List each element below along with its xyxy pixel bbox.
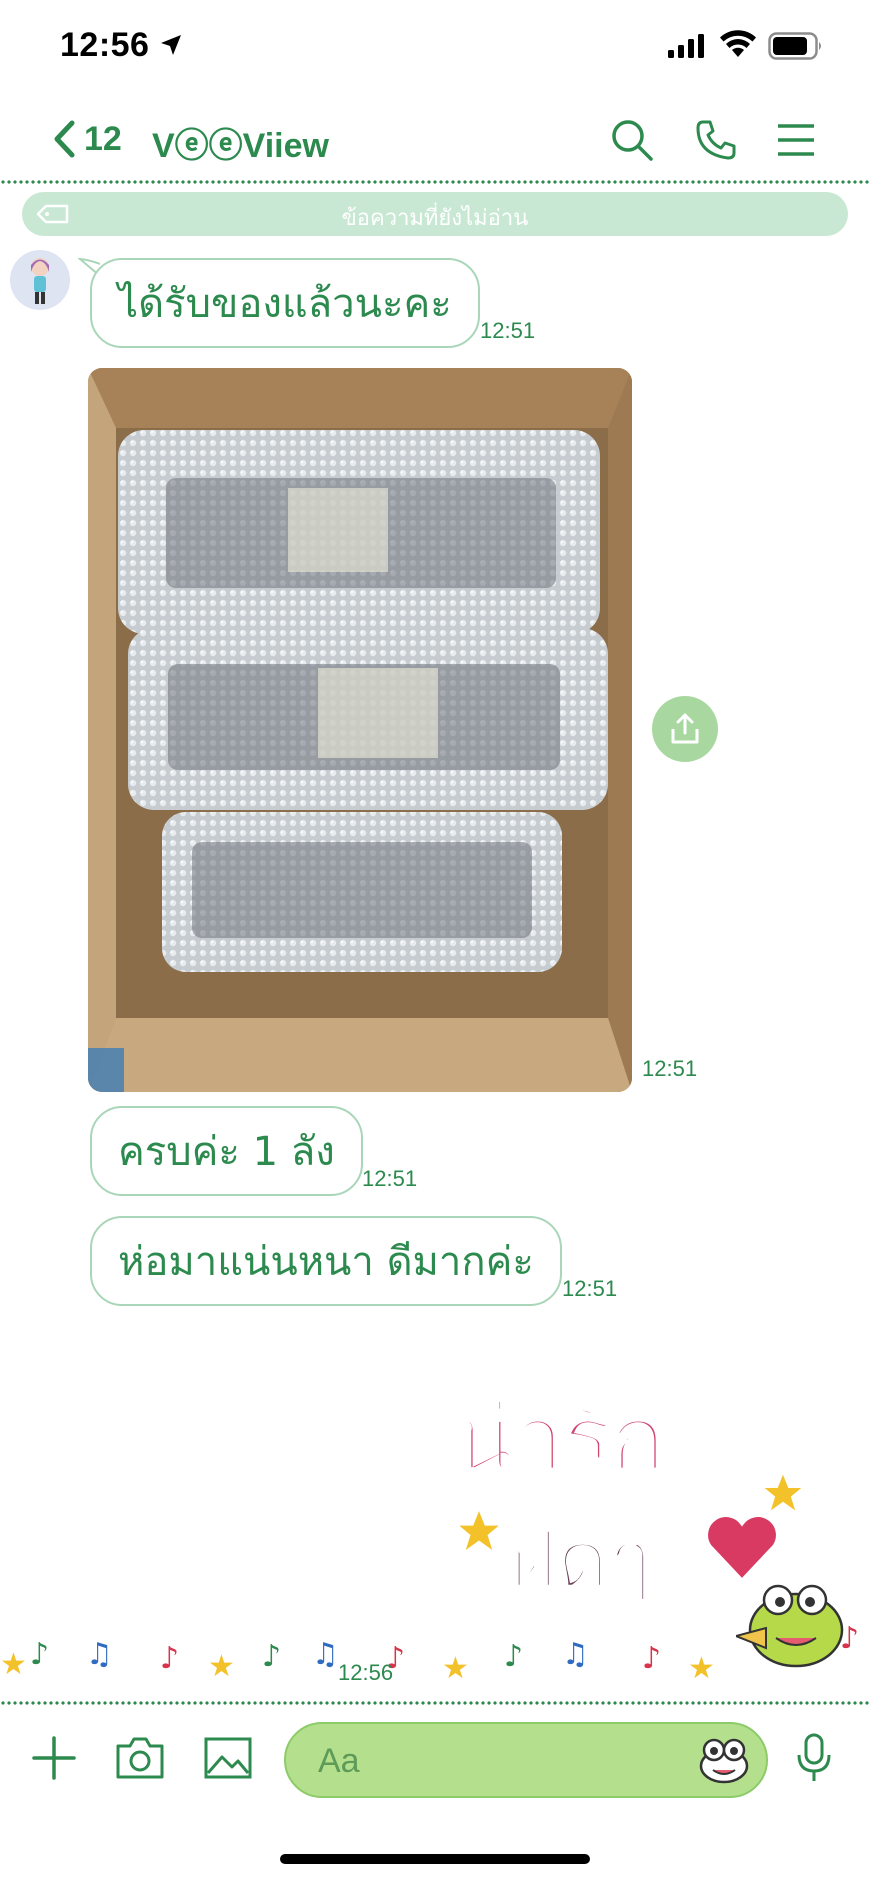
camera-button[interactable] bbox=[112, 1730, 168, 1786]
sticker-text-line1: น่ารัก bbox=[451, 1384, 668, 1494]
svg-text:♪: ♪ bbox=[262, 1639, 281, 1674]
wifi-icon bbox=[720, 30, 756, 57]
svg-text:♪: ♪ bbox=[840, 1624, 859, 1656]
avatar[interactable] bbox=[10, 250, 70, 310]
add-button[interactable] bbox=[26, 1730, 82, 1786]
sticker-text-line2: ฝุดๆ bbox=[509, 1512, 654, 1608]
photo-message[interactable] bbox=[88, 368, 632, 1092]
message-text: ครบค่ะ 1 ลัง bbox=[118, 1129, 335, 1175]
status-bar: 12:56 bbox=[0, 0, 870, 96]
voice-button[interactable] bbox=[786, 1730, 842, 1786]
back-button[interactable]: 12 bbox=[52, 114, 122, 164]
unread-banner: ข้อความที่ยังไม่อ่าน bbox=[22, 192, 848, 236]
svg-text:★: ★ bbox=[208, 1649, 235, 1684]
message-bubble[interactable]: ครบค่ะ 1 ลัง bbox=[90, 1106, 363, 1196]
location-arrow-icon bbox=[161, 35, 181, 55]
svg-text:♪: ♪ bbox=[30, 1637, 49, 1672]
svg-text:★: ★ bbox=[688, 1651, 715, 1686]
home-indicator bbox=[280, 1854, 590, 1864]
unread-banner-text: ข้อความที่ยังไม่อ่าน bbox=[341, 206, 529, 231]
chat-header: 12 VⓔⓔViiew bbox=[0, 100, 870, 182]
chevron-left-icon bbox=[54, 120, 75, 158]
share-button[interactable] bbox=[652, 696, 718, 762]
message-time: 12:51 bbox=[480, 318, 536, 343]
search-button[interactable] bbox=[606, 114, 658, 166]
input-divider bbox=[0, 1700, 870, 1706]
package-photo bbox=[88, 368, 632, 1092]
camera-icon bbox=[116, 1737, 164, 1779]
hamburger-menu-icon bbox=[778, 124, 814, 156]
message-text: ห่อมาแน่นหนา ดีมากค่ะ bbox=[118, 1239, 534, 1285]
sticker-music-notes-decoration: ★ ♪ ♫ ♪ ★ ♪ ♫ ♪ ★ ♪ ♫ ♪ ★ ♪ bbox=[0, 1624, 859, 1686]
gallery-button[interactable] bbox=[200, 1730, 256, 1786]
svg-text:♫: ♫ bbox=[86, 1637, 113, 1672]
phone-icon bbox=[696, 120, 736, 160]
menu-button[interactable] bbox=[770, 114, 822, 166]
svg-text:♫: ♫ bbox=[312, 1637, 339, 1672]
svg-text:♪: ♪ bbox=[642, 1641, 661, 1676]
message-input-placeholder: Aa bbox=[318, 1742, 360, 1780]
star-icon bbox=[760, 1470, 806, 1516]
svg-text:♪: ♪ bbox=[504, 1639, 523, 1674]
message-text: ได้รับของแล้วนะคะ bbox=[118, 281, 452, 327]
chat-title[interactable]: VⓔⓔViiew bbox=[152, 118, 329, 167]
cellular-signal-icon bbox=[668, 34, 704, 58]
message-time: 12:51 bbox=[642, 1056, 698, 1081]
search-icon bbox=[612, 120, 653, 161]
svg-text:★: ★ bbox=[442, 1651, 469, 1686]
message-bubble[interactable]: ได้รับของแล้วนะคะ bbox=[90, 258, 480, 348]
svg-text:♫: ♫ bbox=[562, 1637, 589, 1672]
star-icon bbox=[454, 1506, 504, 1556]
unread-count: 12 bbox=[84, 119, 122, 158]
message-bubble[interactable]: ห่อมาแน่นหนา ดีมากค่ะ bbox=[90, 1216, 562, 1306]
microphone-icon bbox=[797, 1733, 831, 1781]
svg-text:♪: ♪ bbox=[160, 1641, 179, 1676]
avatar-character-icon bbox=[31, 258, 49, 304]
call-button[interactable] bbox=[690, 114, 742, 166]
svg-text:★: ★ bbox=[0, 1647, 27, 1682]
message-input-bar: Aa bbox=[0, 1708, 870, 1808]
image-icon bbox=[204, 1737, 252, 1779]
message-time: 12:56 bbox=[338, 1660, 394, 1685]
header-divider bbox=[0, 179, 870, 185]
message-input[interactable]: Aa bbox=[284, 1722, 768, 1798]
share-icon bbox=[671, 713, 699, 744]
message-time: 12:51 bbox=[362, 1166, 418, 1191]
emoji-sticker-icon[interactable] bbox=[698, 1736, 750, 1784]
battery-icon bbox=[768, 32, 821, 60]
message-time: 12:51 bbox=[562, 1276, 618, 1301]
plus-icon bbox=[32, 1736, 76, 1780]
status-time: 12:56 bbox=[60, 26, 150, 64]
